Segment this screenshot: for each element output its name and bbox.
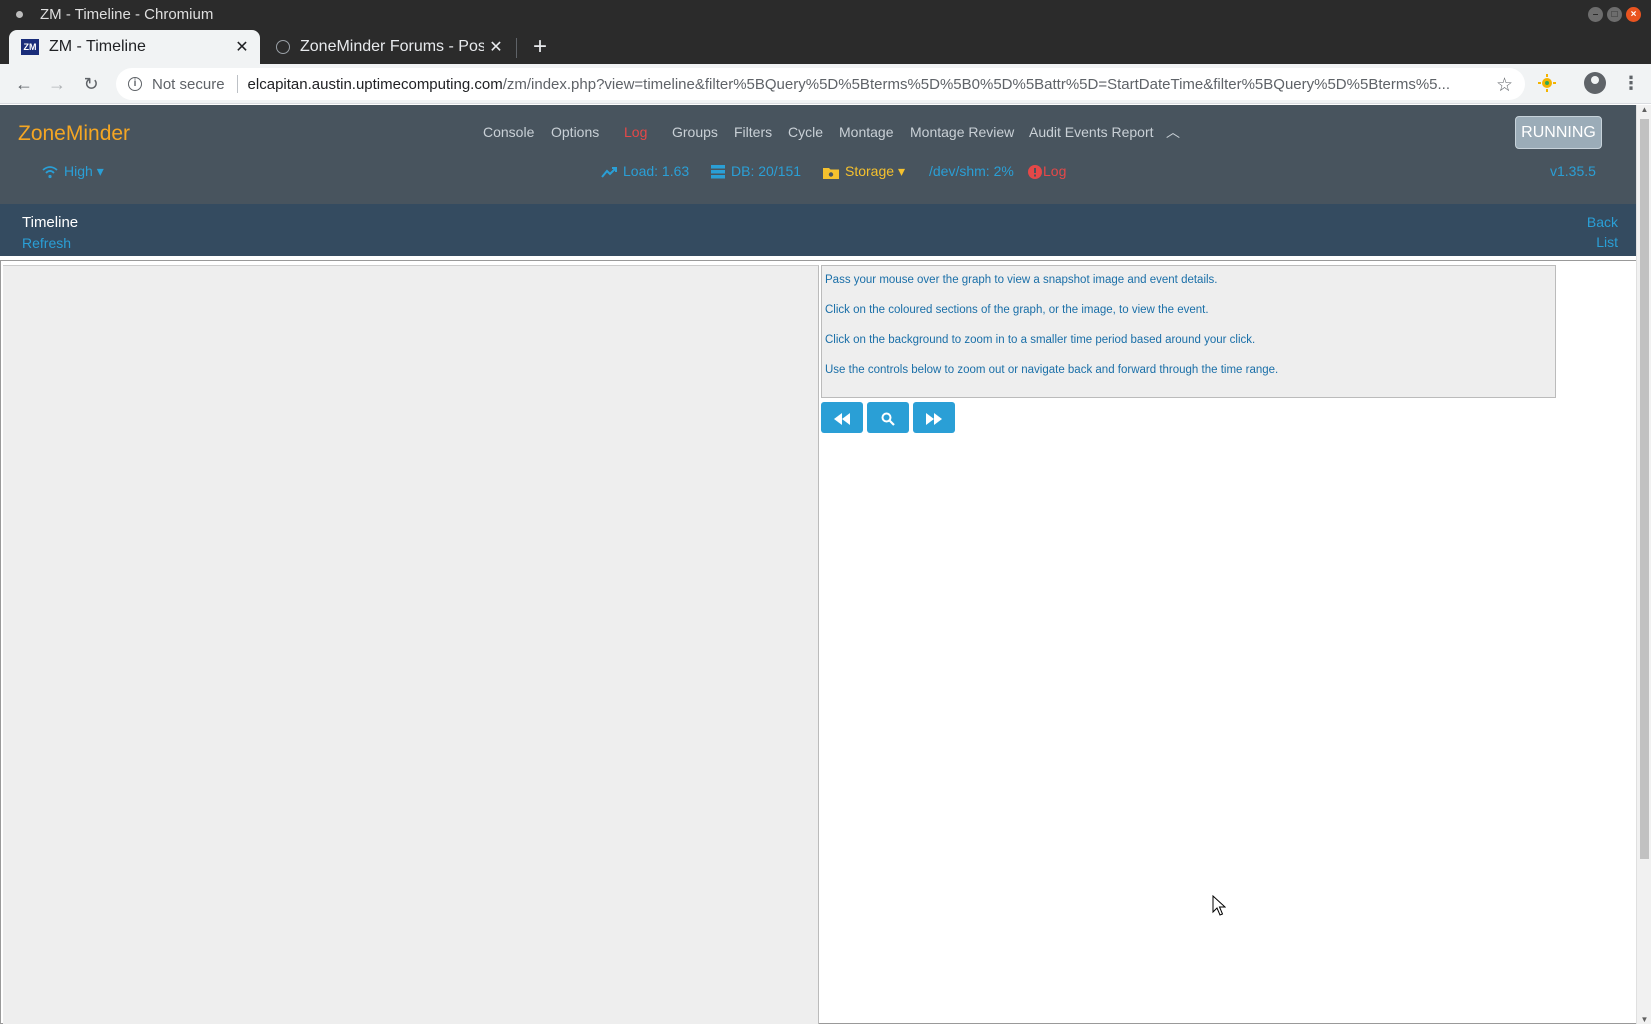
fast-forward-icon xyxy=(926,412,942,425)
fast-backward-icon xyxy=(834,412,850,425)
reload-icon[interactable]: ↻ xyxy=(80,73,102,95)
info-icon[interactable]: i xyxy=(128,77,142,91)
nav-log[interactable]: Log xyxy=(624,124,647,140)
scroll-up-icon[interactable]: ▲ xyxy=(1640,105,1649,114)
url-path: /zm/index.php?view=timeline&filter%5BQue… xyxy=(502,75,1451,93)
nav-montage-review[interactable]: Montage Review xyxy=(910,124,1014,140)
back-link[interactable]: Back xyxy=(1587,214,1618,230)
log-status[interactable]: Log xyxy=(1028,163,1067,180)
timeline-header: Timeline Refresh Back List xyxy=(0,204,1636,256)
back-arrow-icon[interactable]: ← xyxy=(13,73,35,95)
browser-toolbar: ← → ↻ i Not secure elcapitan.austin.upti… xyxy=(0,64,1651,104)
instruction-line: Click on the background to zoom in to a … xyxy=(825,334,1256,346)
kebab-menu-icon[interactable]: ⋮ xyxy=(1622,72,1640,94)
version-label[interactable]: v1.35.5 xyxy=(1550,163,1596,179)
folder-icon xyxy=(823,167,839,179)
running-state-button[interactable]: RUNNING xyxy=(1515,116,1602,149)
load-status: Load: 1.63 xyxy=(601,163,689,179)
timeline-graph[interactable] xyxy=(3,265,819,1024)
nav-audit-events-report[interactable]: Audit Events Report xyxy=(1029,124,1154,140)
tab-zm-timeline[interactable]: ZM ZM - Timeline ✕ xyxy=(9,30,260,64)
caret-down-icon: ▾ xyxy=(96,163,104,179)
tab-label: ZM - Timeline xyxy=(49,38,146,55)
nav-groups[interactable]: Groups xyxy=(672,124,718,140)
window-menu-icon[interactable] xyxy=(16,11,23,18)
timeline-controls xyxy=(821,402,955,433)
load-label: Load: 1.63 xyxy=(623,163,690,179)
list-link[interactable]: List xyxy=(1596,234,1618,250)
page-scrollbar[interactable]: ▲ ▼ xyxy=(1636,105,1651,1024)
zm-favicon-icon: ZM xyxy=(21,39,39,55)
instructions-panel: Pass your mouse over the graph to view a… xyxy=(821,265,1556,398)
database-icon xyxy=(711,165,725,179)
globe-icon xyxy=(276,40,290,54)
magnifier-icon xyxy=(881,412,895,426)
account-icon[interactable] xyxy=(1584,72,1606,94)
wifi-icon xyxy=(42,166,58,179)
bandwidth-label: High xyxy=(64,163,93,179)
storage-label: Storage xyxy=(845,163,895,179)
db-status: DB: 20/151 xyxy=(711,163,801,179)
maximize-icon[interactable]: □ xyxy=(1607,7,1622,22)
tab-label: ZoneMinder Forums - Pos xyxy=(300,38,484,55)
zm-brand-logo[interactable]: ZoneMinder xyxy=(18,122,130,146)
tab-strip: ZM ZM - Timeline ✕ ZoneMinder Forums - P… xyxy=(0,30,1651,64)
scroll-down-icon[interactable]: ▼ xyxy=(1640,1015,1649,1024)
mouse-cursor-icon xyxy=(1212,895,1226,916)
extension-icon[interactable] xyxy=(1537,73,1557,93)
bandwidth-dropdown[interactable]: High ▾ xyxy=(42,163,104,180)
tab-close-icon[interactable]: ✕ xyxy=(230,37,254,57)
bookmark-star-icon[interactable]: ☆ xyxy=(1496,74,1513,97)
nav-cycle[interactable]: Cycle xyxy=(788,124,823,140)
chart-line-icon xyxy=(601,167,617,178)
nav-options[interactable]: Options xyxy=(551,124,599,140)
new-tab-icon[interactable]: + xyxy=(528,33,552,61)
tab-zoneminder-forums[interactable]: ZoneMinder Forums - Pos ✕ xyxy=(264,30,514,64)
rewind-button[interactable] xyxy=(821,402,863,433)
close-window-icon[interactable]: × xyxy=(1626,7,1641,22)
caret-down-icon: ▾ xyxy=(897,163,905,179)
window-titlebar: ZM - Timeline - Chromium – □ × xyxy=(0,0,1651,30)
omnibox-divider xyxy=(236,75,238,93)
nav-console[interactable]: Console xyxy=(483,124,534,140)
instruction-line: Click on the coloured sections of the gr… xyxy=(825,304,1209,316)
shm-status: /dev/shm: 2% xyxy=(929,163,1014,179)
page-title: Timeline xyxy=(22,214,79,231)
error-icon xyxy=(1028,165,1042,180)
db-label: DB: 20/151 xyxy=(731,163,802,179)
chevron-up-icon[interactable]: ︿ xyxy=(1166,122,1180,142)
page-viewport: ZoneMinder Console Options Log Groups Fi… xyxy=(0,105,1636,1024)
nav-filters[interactable]: Filters xyxy=(734,124,772,140)
scrollbar-thumb[interactable] xyxy=(1640,119,1649,859)
instruction-line: Pass your mouse over the graph to view a… xyxy=(825,274,1218,286)
zm-navbar: ZoneMinder Console Options Log Groups Fi… xyxy=(0,105,1636,204)
address-bar[interactable]: i Not secure elcapitan.austin.uptimecomp… xyxy=(116,68,1525,100)
tab-separator xyxy=(516,38,517,58)
url-text[interactable]: elcapitan.austin.uptimecomputing.com/zm/… xyxy=(248,76,1478,93)
tab-close-icon[interactable]: ✕ xyxy=(484,37,508,57)
window-title: ZM - Timeline - Chromium xyxy=(40,6,214,23)
refresh-link[interactable]: Refresh xyxy=(22,235,71,251)
zoom-out-button[interactable] xyxy=(867,402,909,433)
storage-dropdown[interactable]: Storage ▾ xyxy=(823,163,905,180)
security-label: Not secure xyxy=(152,75,225,93)
window-controls: – □ × xyxy=(1588,7,1641,22)
forward-button[interactable] xyxy=(913,402,955,433)
nav-montage[interactable]: Montage xyxy=(839,124,893,140)
timeline-content: Pass your mouse over the graph to view a… xyxy=(0,260,1636,1024)
forward-arrow-icon[interactable]: → xyxy=(46,73,68,95)
instruction-line: Use the controls below to zoom out or na… xyxy=(825,364,1279,376)
log-status-label: Log xyxy=(1043,163,1067,179)
minimize-icon[interactable]: – xyxy=(1588,7,1603,22)
url-host: elcapitan.austin.uptimecomputing.com xyxy=(247,75,503,93)
